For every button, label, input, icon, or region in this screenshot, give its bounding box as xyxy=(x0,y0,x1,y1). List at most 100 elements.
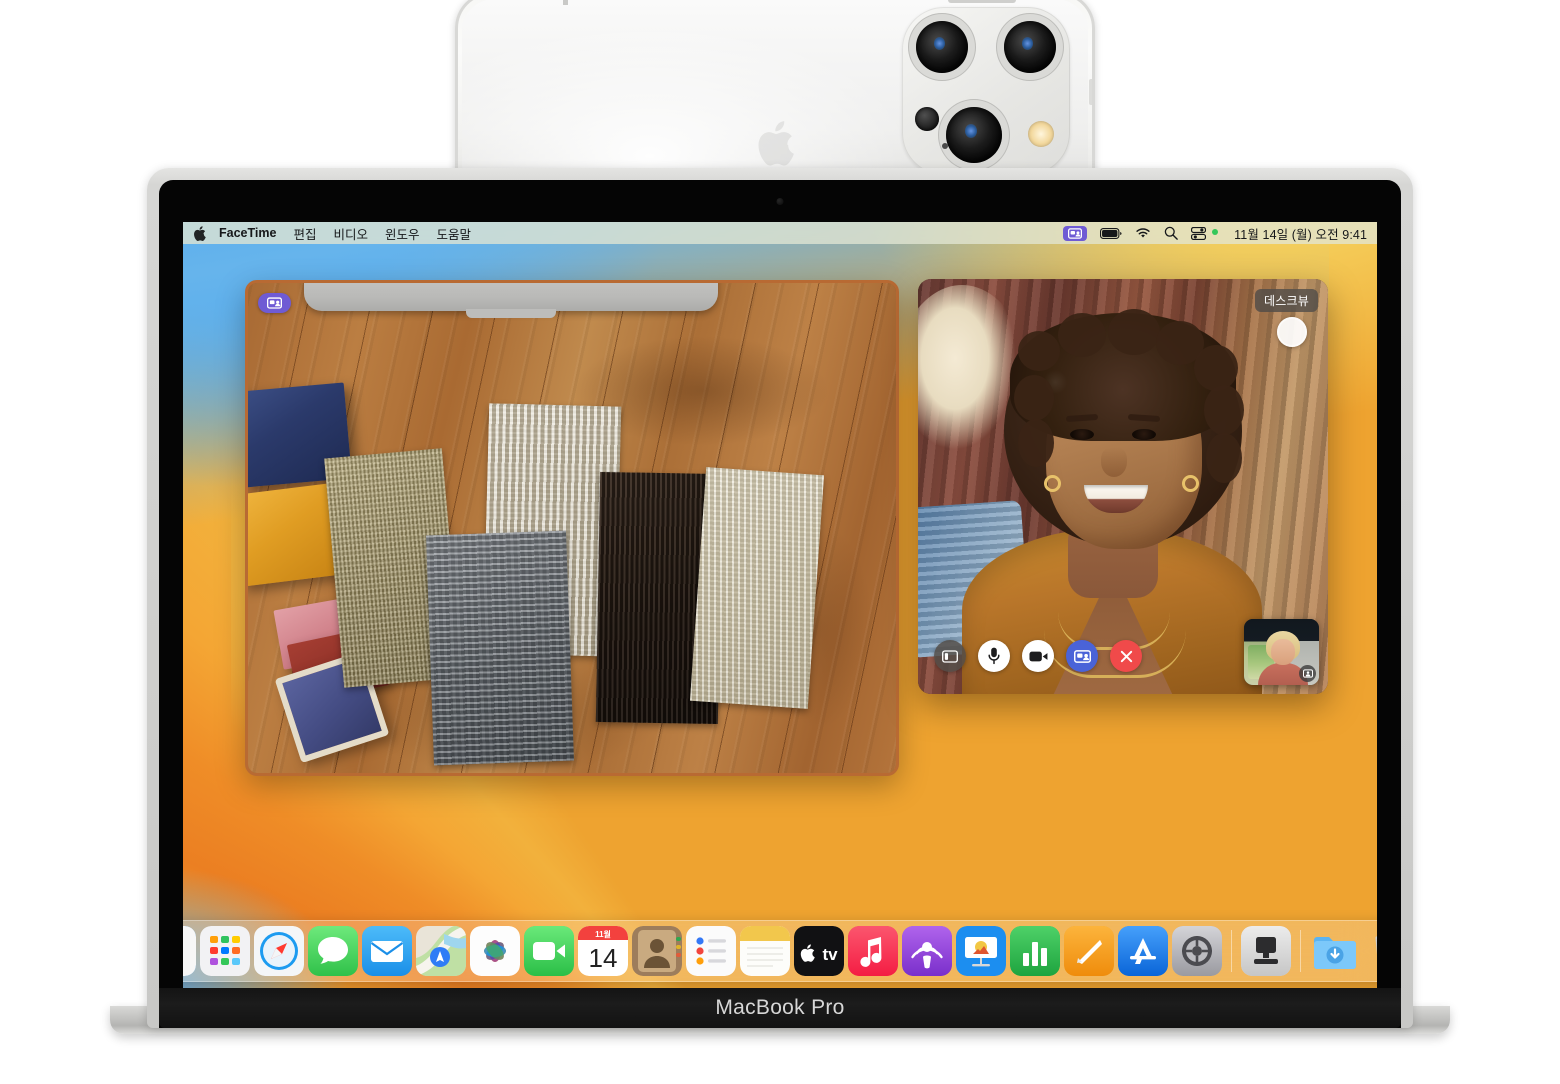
desk-view-window[interactable] xyxy=(245,280,899,776)
camera-lens-icon xyxy=(1004,21,1056,73)
menu-item-edit[interactable]: 편집 xyxy=(293,224,316,243)
iphone-camera-module xyxy=(902,7,1070,175)
dock-item-appstore[interactable] xyxy=(1118,926,1168,976)
keynote-icon xyxy=(956,926,1006,976)
dock-item-pages[interactable] xyxy=(1064,926,1114,976)
menu-item-app-name[interactable]: FaceTime xyxy=(219,226,276,240)
facetime-call-controls xyxy=(934,640,1142,672)
numbers-icon xyxy=(1010,926,1060,976)
mail-icon xyxy=(362,926,412,976)
dock-item-maps[interactable] xyxy=(416,926,466,976)
notes-icon xyxy=(740,926,790,976)
contacts-icon xyxy=(632,926,682,976)
dock-item-podcasts[interactable] xyxy=(902,926,952,976)
dock-item-notes[interactable] xyxy=(740,926,790,976)
launchpad-icon xyxy=(200,926,250,976)
dock-item-music[interactable] xyxy=(848,926,898,976)
screen-share-icon xyxy=(1068,227,1083,239)
dock-item-launchpad[interactable] xyxy=(200,926,250,976)
apple-logo-icon[interactable] xyxy=(192,225,207,242)
dock-item-trash[interactable] xyxy=(1364,926,1377,976)
dock-item-downloads[interactable] xyxy=(1310,926,1360,976)
menu-item-help[interactable]: 도움말 xyxy=(437,224,472,243)
svg-text:14: 14 xyxy=(589,943,618,973)
screen-share-icon xyxy=(267,297,282,309)
trash-icon xyxy=(1375,936,1377,955)
macbook-bottom-bezel: MacBook Pro xyxy=(159,988,1401,1028)
dock-item-messages[interactable] xyxy=(308,926,358,976)
sidebar-icon xyxy=(942,649,958,663)
dock-item-system-settings[interactable] xyxy=(1172,926,1222,976)
menu-item-video[interactable]: 비디오 xyxy=(333,224,368,243)
downloads-folder-icon xyxy=(1314,937,1356,969)
microphone-button[interactable] xyxy=(978,640,1010,672)
safari-icon xyxy=(254,926,304,976)
macbook-lid: FaceTime 편집 비디오 윈도우 도움말 11월 14일 (월) 오전 9… xyxy=(147,168,1413,1028)
facetime-call-window[interactable]: 데스크뷰 xyxy=(918,279,1328,694)
effects-portrait-icon[interactable] xyxy=(1299,665,1316,682)
camera-lens-icon xyxy=(916,21,968,73)
search-icon[interactable] xyxy=(1164,226,1178,240)
laptop-in-desk-view xyxy=(304,283,718,311)
screen-share-status-icon[interactable] xyxy=(1063,225,1088,241)
camera-lens-icon xyxy=(946,107,1002,163)
desk-view-badge-label[interactable]: 데스크뷰 xyxy=(1255,289,1318,312)
dock-divider xyxy=(1231,930,1232,972)
iphone-antenna-line xyxy=(563,0,568,5)
iphone-side-button xyxy=(1089,79,1092,105)
dock-item-photos[interactable] xyxy=(470,926,520,976)
wifi-icon[interactable] xyxy=(1135,227,1151,239)
macbook-pro-device: FaceTime 편집 비디오 윈도우 도움말 11월 14일 (월) 오전 9… xyxy=(110,168,1450,1034)
share-screen-button[interactable] xyxy=(1066,640,1098,672)
pages-icon xyxy=(1064,926,1114,976)
camera-button[interactable] xyxy=(1022,640,1054,672)
dock-item-keynote[interactable] xyxy=(956,926,1006,976)
end-call-button[interactable] xyxy=(1110,640,1142,672)
screenshot-root: FaceTime 편집 비디오 윈도우 도움말 11월 14일 (월) 오전 9… xyxy=(0,0,1560,1084)
maps-icon xyxy=(416,926,466,976)
apple-logo-icon xyxy=(758,121,794,166)
video-camera-icon xyxy=(1028,651,1047,661)
macbook-model-label: MacBook Pro xyxy=(715,996,845,1019)
dock-item-reminders[interactable] xyxy=(686,926,736,976)
apple-tv-icon: tv xyxy=(794,926,844,976)
battery-icon[interactable] xyxy=(1100,227,1122,239)
microphone-hole-icon xyxy=(942,143,948,149)
menu-bar-clock[interactable]: 11월 14일 (월) 오전 9:41 xyxy=(1234,224,1367,243)
dock-item-safari[interactable] xyxy=(254,926,304,976)
svg-text:11월: 11월 xyxy=(595,929,611,939)
menu-bar-status-area: 11월 14일 (월) 오전 9:41 xyxy=(1063,224,1367,243)
close-x-icon xyxy=(1120,650,1132,662)
dock-item-facetime[interactable] xyxy=(524,926,574,976)
camera-in-use-indicator xyxy=(1212,228,1219,235)
finder-icon xyxy=(183,926,196,976)
dock-divider xyxy=(1300,930,1301,972)
dock-item-numbers[interactable] xyxy=(1010,926,1060,976)
dock-item-contacts[interactable] xyxy=(632,926,682,976)
microphone-icon xyxy=(988,647,1000,665)
fabric-swatch-gray xyxy=(426,530,574,766)
iphone-antenna-line xyxy=(948,0,1016,3)
capture-button[interactable] xyxy=(1277,317,1307,347)
fabric-swatch-ivory xyxy=(689,467,825,709)
reminders-icon xyxy=(686,926,736,976)
dock-item-calendar[interactable]: 11월 14 xyxy=(578,926,628,976)
app-store-icon xyxy=(1118,926,1168,976)
macbook-screen-bezel: FaceTime 편집 비디오 윈도우 도움말 11월 14일 (월) 오전 9… xyxy=(159,180,1401,1028)
sidebar-toggle-button[interactable] xyxy=(934,640,966,672)
facetime-hd-camera-icon xyxy=(776,198,784,205)
dock-item-screen-sharing[interactable] xyxy=(1241,926,1291,976)
messages-icon xyxy=(308,926,358,976)
calendar-icon: 11월 14 xyxy=(578,926,628,976)
iphone-continuity-camera xyxy=(455,0,1095,184)
control-center-icon[interactable] xyxy=(1191,226,1207,240)
camera-flash-icon xyxy=(1028,121,1054,147)
desk-view-share-badge[interactable] xyxy=(258,293,291,313)
podcasts-icon xyxy=(902,926,952,976)
dock-item-mail[interactable] xyxy=(362,926,412,976)
dock-item-finder[interactable] xyxy=(183,926,196,976)
self-view-pip[interactable] xyxy=(1244,619,1319,685)
dock-item-appletv[interactable]: tv xyxy=(794,926,844,976)
menu-item-window[interactable]: 윈도우 xyxy=(385,224,420,243)
portrait-effect-icon xyxy=(1302,669,1313,678)
